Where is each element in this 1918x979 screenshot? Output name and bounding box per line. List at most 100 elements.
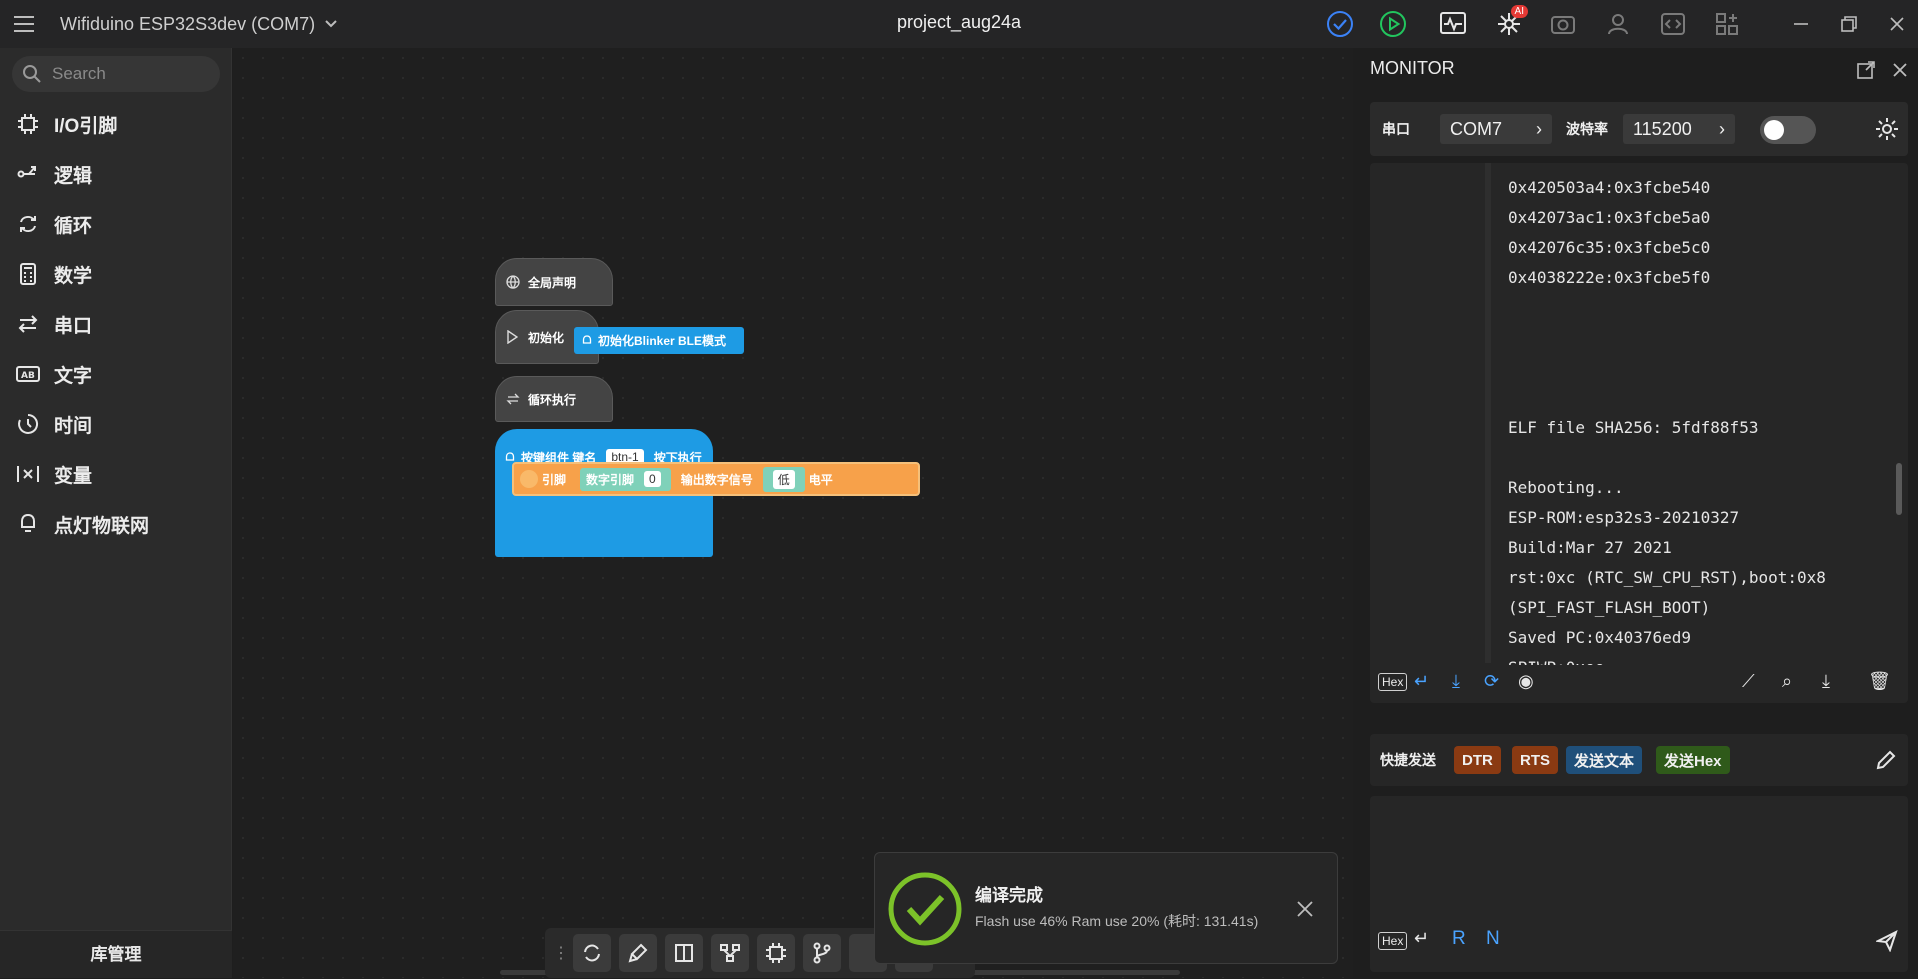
extensions-icon[interactable] [1712, 9, 1742, 39]
serial-log-panel[interactable]: 0x420503a4:0x3fcbe540 0x42073ac1:0x3fcbe… [1370, 163, 1908, 703]
minimize-icon[interactable] [1786, 9, 1816, 39]
log-line: 0x420503a4:0x3fcbe540 [1508, 178, 1711, 197]
restore-icon[interactable] [1834, 9, 1864, 39]
compile-toast: 编译完成 Flash use 46% Ram use 20% (耗时: 131.… [874, 852, 1338, 964]
block-init-blinker-ble[interactable]: 初始化Blinker BLE模式 [574, 327, 744, 354]
drag-handle-icon[interactable]: ⋮ [553, 943, 569, 963]
chip-icon[interactable] [757, 934, 795, 972]
arrows-icon [16, 312, 40, 336]
close-icon[interactable] [1890, 60, 1910, 80]
baud-label: 波特率 [1566, 121, 1608, 137]
bulb-icon [582, 334, 592, 344]
block-label: 初始化 [528, 330, 565, 345]
block-loop[interactable]: 循环执行 [495, 376, 613, 422]
sidebar-item-label: I/O引脚 [54, 115, 118, 137]
clean-brush-icon[interactable] [619, 934, 657, 972]
verify-icon[interactable] [1325, 9, 1355, 39]
svg-text:AB: AB [21, 371, 35, 381]
level-block[interactable]: 低 [762, 466, 805, 492]
chevron-right-icon: › [1719, 118, 1725, 139]
send-text-button[interactable]: 发送文本 [1566, 746, 1643, 774]
calculator-icon [16, 262, 40, 286]
globe-icon [506, 275, 520, 289]
sidebar-item-text[interactable]: AB 文字 [16, 354, 226, 394]
download-icon[interactable]: ⤓ [1822, 671, 1830, 692]
ai-badge: AI [1510, 5, 1528, 18]
search-icon[interactable]: ⌕ [1782, 671, 1792, 692]
refresh-icon[interactable] [573, 934, 611, 972]
timestamp-icon[interactable]: ⟳ [1484, 671, 1499, 692]
block-label: 全局声明 [528, 275, 577, 290]
newline-toggle[interactable]: N [1486, 928, 1500, 950]
baud-value: 115200 [1633, 118, 1692, 139]
popout-icon[interactable] [1856, 60, 1876, 80]
autoscroll-icon[interactable]: ⤓ [1452, 671, 1460, 692]
toast-title: 编译完成 [975, 886, 1043, 905]
sidebar-item-io[interactable]: I/O引脚 [16, 104, 226, 144]
close-window-icon[interactable] [1882, 9, 1912, 39]
book-icon[interactable] [665, 934, 703, 972]
sidebar-item-time[interactable]: 时间 [16, 404, 226, 444]
git-branch-icon[interactable] [803, 934, 841, 972]
dtr-button[interactable]: DTR [1454, 746, 1501, 774]
block-global-declaration[interactable]: 全局声明 [495, 258, 613, 306]
hex-toggle[interactable]: Hex [1378, 673, 1408, 691]
sidebar-item-loop[interactable]: 循环 [16, 204, 226, 244]
log-line: (SPI_FAST_FLASH_BOOT) [1508, 598, 1711, 617]
send-hex-button[interactable]: 发送Hex [1656, 746, 1730, 774]
sidebar-item-label: 文字 [54, 365, 93, 387]
send-icon[interactable] [1876, 930, 1898, 952]
quick-send-bar: 快捷发送 DTR RTS 发送文本 发送Hex [1370, 734, 1908, 786]
carriage-return-toggle[interactable]: R [1452, 928, 1466, 950]
close-icon[interactable] [1295, 899, 1315, 919]
library-manager-button[interactable]: 库管理 [0, 930, 232, 978]
board-label: Wifiduino ESP32S3dev (COM7) [60, 13, 316, 34]
sidebar-item-label: 变量 [54, 465, 93, 487]
rts-button[interactable]: RTS [1512, 746, 1558, 774]
log-line: Saved PC:0x40376ed9 [1508, 628, 1692, 647]
structure-icon[interactable] [711, 934, 749, 972]
log-toolbar: Hex ↵ ⤓ ⟳ ◉ ⟋ ⌕ ⤓ 🗑 [1370, 663, 1908, 703]
pin-number-field[interactable]: 0 [644, 471, 661, 487]
upload-run-icon[interactable] [1378, 9, 1408, 39]
baud-select[interactable]: 115200 › [1623, 114, 1735, 144]
digital-pin-block[interactable]: 数字引脚 0 [580, 467, 671, 491]
level-field[interactable]: 低 [772, 469, 795, 489]
connect-toggle[interactable] [1760, 116, 1816, 144]
sidebar-item-label: 数学 [54, 265, 93, 287]
log-scrollbar[interactable] [1896, 463, 1902, 515]
search-input[interactable]: Search [12, 56, 220, 92]
sidebar-item-logic[interactable]: 逻辑 [16, 154, 226, 194]
user-icon[interactable] [1603, 9, 1633, 39]
ai-assistant-icon[interactable]: AI [1494, 5, 1528, 39]
send-hex-toggle[interactable]: Hex [1378, 932, 1408, 950]
sidebar-item-serial[interactable]: 串口 [16, 304, 226, 344]
line-ending-icon[interactable]: ↵ [1414, 928, 1429, 949]
loop-icon [16, 212, 40, 236]
sidebar-item-variable[interactable]: 变量 [16, 454, 226, 494]
block-workspace[interactable]: 全局声明 初始化 初始化Blinker BLE模式 循环执行 按键组件 键名 b… [233, 48, 1584, 978]
serial-log-output: 0x420503a4:0x3fcbe540 0x42073ac1:0x3fcbe… [1508, 173, 1888, 665]
port-select[interactable]: COM7 › [1440, 114, 1552, 144]
hamburger-menu-icon[interactable] [12, 12, 36, 36]
chart-icon[interactable]: ⟋ [1742, 671, 1755, 692]
gear-icon[interactable] [1874, 116, 1900, 142]
edit-pencil-icon[interactable] [1874, 748, 1898, 772]
line-wrap-icon[interactable]: ↵ [1414, 671, 1429, 692]
sidebar-item-math[interactable]: 数学 [16, 254, 226, 294]
block-label: 初始化Blinker BLE模式 [598, 334, 727, 348]
block-digital-write[interactable]: 引脚 数字引脚 0 输出数字信号 低 电平 [512, 462, 920, 496]
serial-monitor-icon[interactable] [1438, 9, 1468, 39]
log-line: ELF file SHA256: 5fdf88f53 [1508, 418, 1759, 437]
board-selector[interactable]: Wifiduino ESP32S3dev (COM7) [60, 12, 339, 36]
code-view-icon[interactable] [1658, 9, 1688, 39]
trash-icon[interactable]: 🗑 [1868, 671, 1891, 692]
eye-icon[interactable]: ◉ [1518, 671, 1534, 692]
serial-settings-bar: 串口 COM7 › 波特率 115200 › [1370, 102, 1908, 156]
monitor-title: MONITOR [1370, 58, 1455, 78]
sidebar-item-blinker-iot[interactable]: 点灯物联网 [16, 504, 226, 544]
camera-icon[interactable] [1548, 9, 1578, 39]
port-label: 串口 [1382, 121, 1410, 137]
send-input-area[interactable]: Hex ↵ R N [1370, 796, 1908, 972]
